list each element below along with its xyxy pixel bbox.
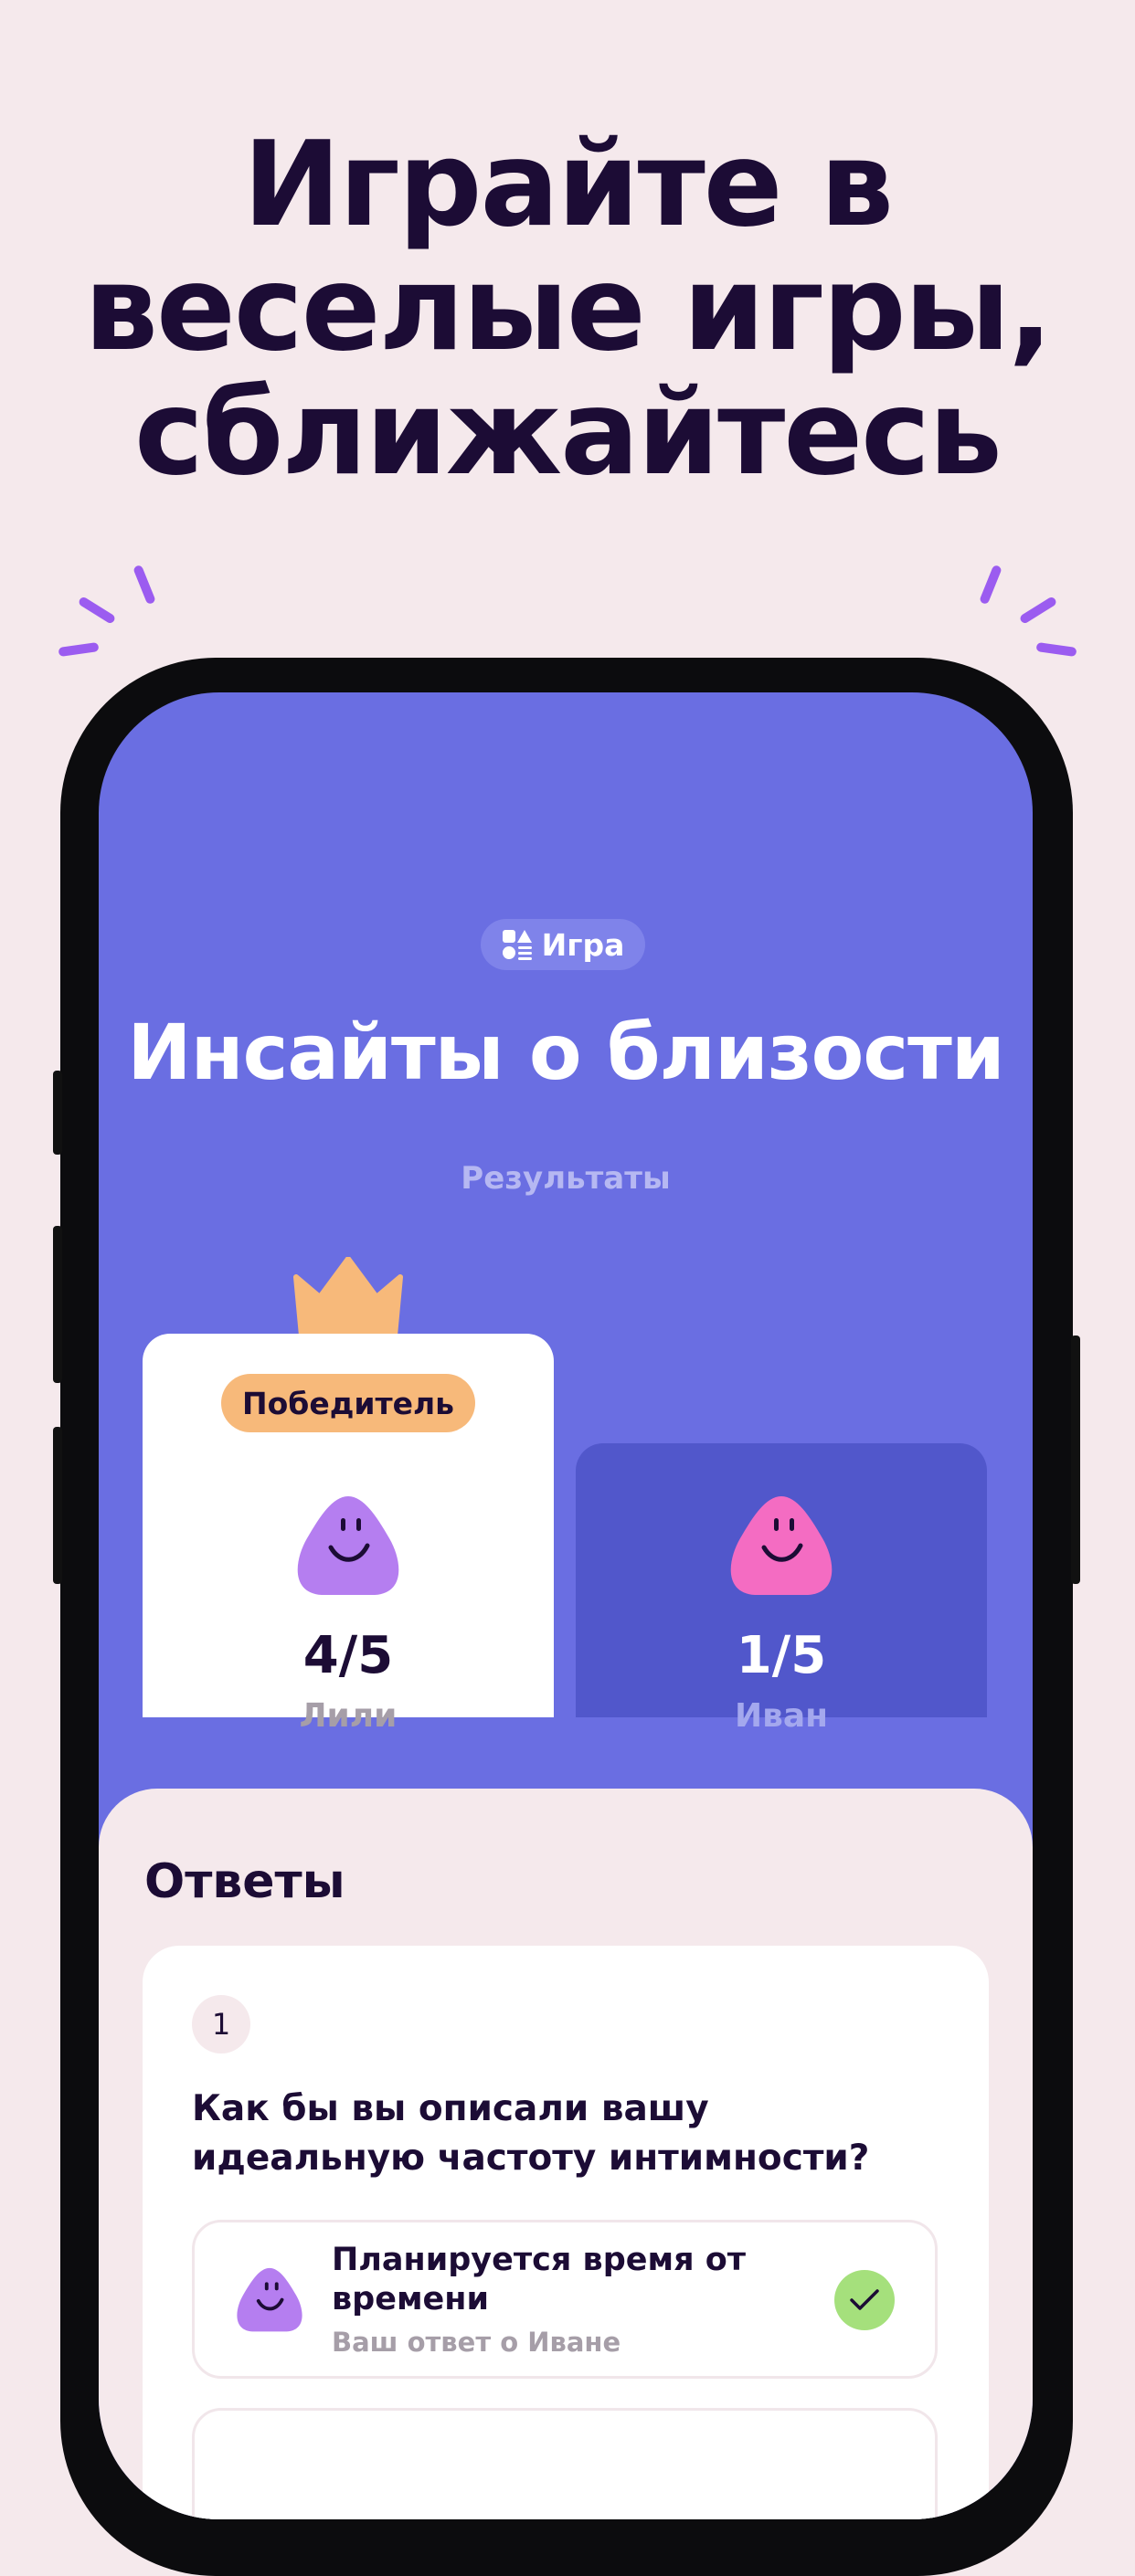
crown-icon — [293, 1257, 403, 1336]
results-subtitle: Результаты — [461, 1160, 671, 1197]
phone-button-volume-up — [53, 1226, 62, 1383]
player-name: Иван — [734, 1697, 829, 1735]
game-title: Инсайты о близости — [127, 1008, 1004, 1097]
answer-subtitle: Ваш ответ о Иване — [332, 2327, 621, 2358]
question-text: Как бы вы описали вашу идеальную частоту… — [192, 2088, 870, 2179]
headline-line-1: Играйте в — [242, 117, 894, 253]
check-icon — [834, 2270, 895, 2330]
player-score: 4/5 — [302, 1626, 394, 1685]
phone-button-power — [1071, 1336, 1080, 1584]
shapes-icon — [502, 930, 532, 960]
player-card: 1/5 Иван — [576, 1443, 987, 1735]
app-screen: Игра Инсайты о близости Результаты Побед… — [99, 692, 1033, 2519]
winner-card: Победитель 4/5 Лили — [143, 1334, 554, 1735]
purple-blob-avatar — [237, 2267, 302, 2332]
pink-blob-avatar — [730, 1496, 833, 1595]
sparkle-right-2 — [1018, 596, 1058, 625]
headline: Играйте в веселые игры, сближайтесь — [0, 123, 1135, 496]
sparkle-left-2 — [77, 596, 117, 625]
answer-row[interactable]: Планируется время от времени Ваш ответ о… — [192, 2220, 938, 2379]
phone-button-action — [53, 1071, 62, 1155]
sparkle-right-1 — [979, 564, 1002, 606]
winner-badge: Победитель — [221, 1374, 475, 1432]
headline-line-2: веселые игры, — [84, 241, 1053, 377]
answers-sheet: Ответы 1 Как бы вы описали вашу идеальну… — [99, 1789, 1033, 2519]
answer-title: Планируется время от времени — [332, 2242, 747, 2317]
sparkle-left-3 — [58, 641, 100, 658]
sparkle-right-3 — [1035, 641, 1077, 658]
answer-row[interactable] — [192, 2408, 938, 2519]
phone-button-volume-down — [53, 1427, 62, 1584]
sparkle-left-1 — [133, 564, 156, 606]
player-score: 1/5 — [736, 1626, 827, 1685]
headline-line-3: сближайтесь — [134, 365, 1002, 501]
answers-title: Ответы — [144, 1854, 345, 1909]
question-card[interactable]: 1 Как бы вы описали вашу идеальную часто… — [143, 1946, 989, 2519]
game-chip-label: Игра — [541, 926, 625, 963]
game-chip: Игра — [481, 919, 645, 970]
purple-blob-avatar — [297, 1496, 399, 1595]
question-number: 1 — [192, 1995, 250, 2053]
player-name: Лили — [299, 1697, 398, 1735]
